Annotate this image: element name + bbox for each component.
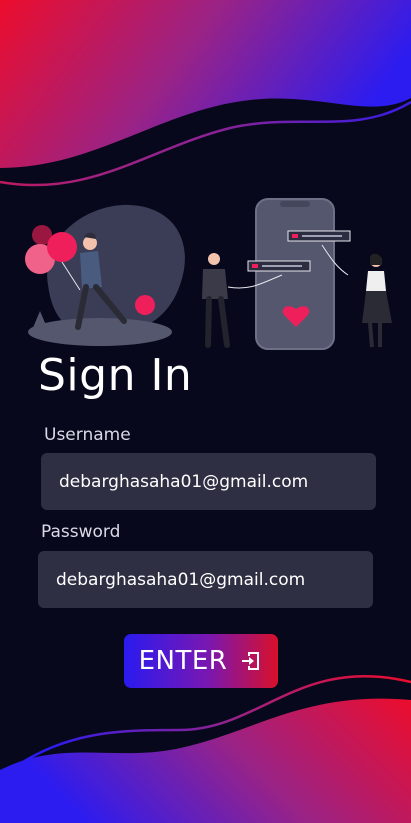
page-title: Sign In [38, 350, 193, 401]
people-chat-illustration [25, 198, 392, 350]
top-gradient-wave [0, 0, 411, 187]
username-label: Username [44, 425, 131, 445]
username-input[interactable]: debarghasaha01@gmail.com [41, 453, 376, 510]
bottom-gradient-wave [0, 675, 411, 823]
password-input[interactable]: debarghasaha01@gmail.com [38, 551, 373, 608]
password-label: Password [41, 522, 121, 542]
